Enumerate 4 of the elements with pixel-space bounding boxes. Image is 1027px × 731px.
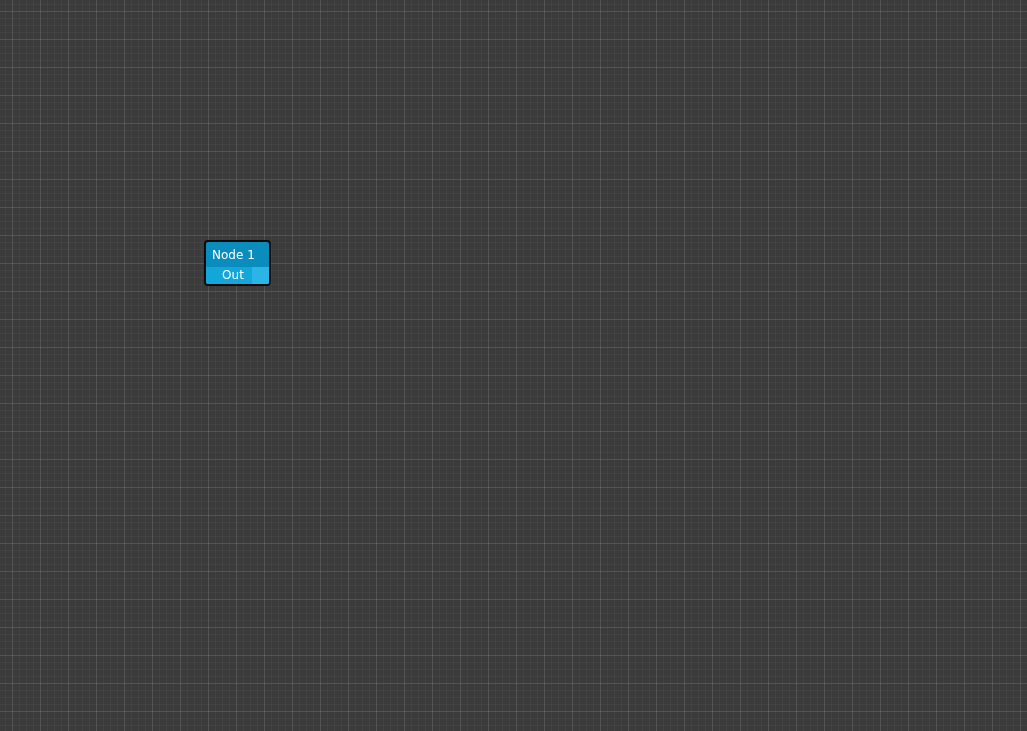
output-port-handle[interactable] xyxy=(252,267,269,284)
node-title: Node 1 xyxy=(211,247,256,264)
port-label: Out xyxy=(221,267,245,284)
graph-node[interactable]: Node 1 Out xyxy=(204,240,271,286)
